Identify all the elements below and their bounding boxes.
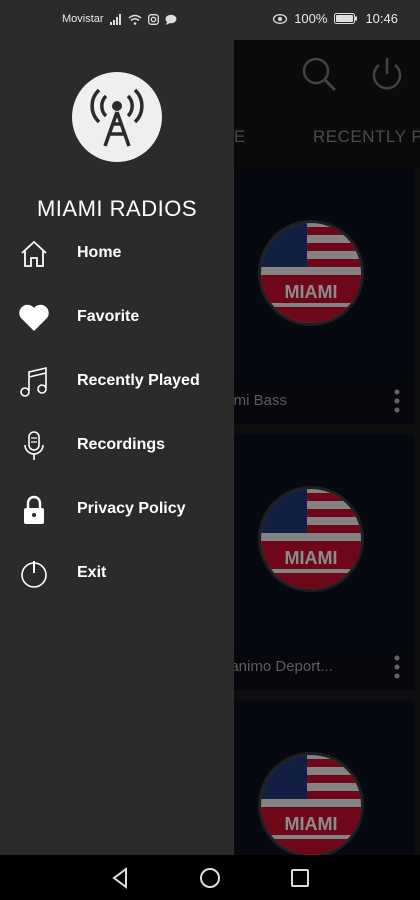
menu-label: Recordings — [77, 436, 166, 453]
system-nav-bar — [0, 855, 420, 900]
power-icon — [18, 558, 50, 590]
battery-percent: 100% — [294, 11, 328, 26]
status-left: Movistar — [62, 13, 177, 25]
wifi-icon — [128, 14, 142, 25]
heart-icon — [18, 302, 50, 334]
signal-icon — [109, 13, 121, 25]
instagram-icon — [147, 13, 159, 25]
menu-label: Exit — [77, 564, 107, 581]
menu-item-privacy-policy[interactable]: Privacy Policy — [0, 482, 234, 538]
lock-icon — [18, 494, 50, 526]
menu-item-recently-played[interactable]: Recently Played — [0, 354, 234, 410]
radio-tower-icon — [90, 88, 144, 147]
menu-label: Home — [77, 244, 122, 261]
menu-item-recordings[interactable]: Recordings — [0, 418, 234, 474]
drawer-title: MIAMI RADIOS — [36, 196, 197, 221]
back-icon[interactable] — [108, 865, 134, 891]
menu-label: Recently Played — [77, 372, 200, 389]
menu-item-exit[interactable]: Exit — [0, 546, 234, 602]
recents-square-icon[interactable] — [287, 865, 313, 891]
home-icon — [18, 238, 50, 270]
music-note-icon — [18, 366, 50, 398]
app-logo — [72, 72, 162, 162]
eye-icon — [273, 13, 288, 24]
carrier-label: Movistar — [62, 13, 104, 25]
menu-label: Privacy Policy — [77, 500, 186, 517]
home-circle-icon[interactable] — [197, 865, 223, 891]
status-right: 100% 10:46 — [273, 11, 398, 26]
battery-icon — [334, 13, 358, 24]
chat-icon — [165, 14, 177, 25]
menu-item-home[interactable]: Home — [0, 226, 234, 282]
status-bar: Movistar 100% 10:46 — [0, 0, 420, 40]
navigation-drawer: MIAMI RADIOS Home Favorite Recently Play… — [0, 40, 234, 855]
microphone-icon — [18, 430, 50, 462]
clock: 10:46 — [365, 11, 398, 26]
menu-label: Favorite — [77, 308, 140, 325]
menu-item-favorite[interactable]: Favorite — [0, 290, 234, 346]
